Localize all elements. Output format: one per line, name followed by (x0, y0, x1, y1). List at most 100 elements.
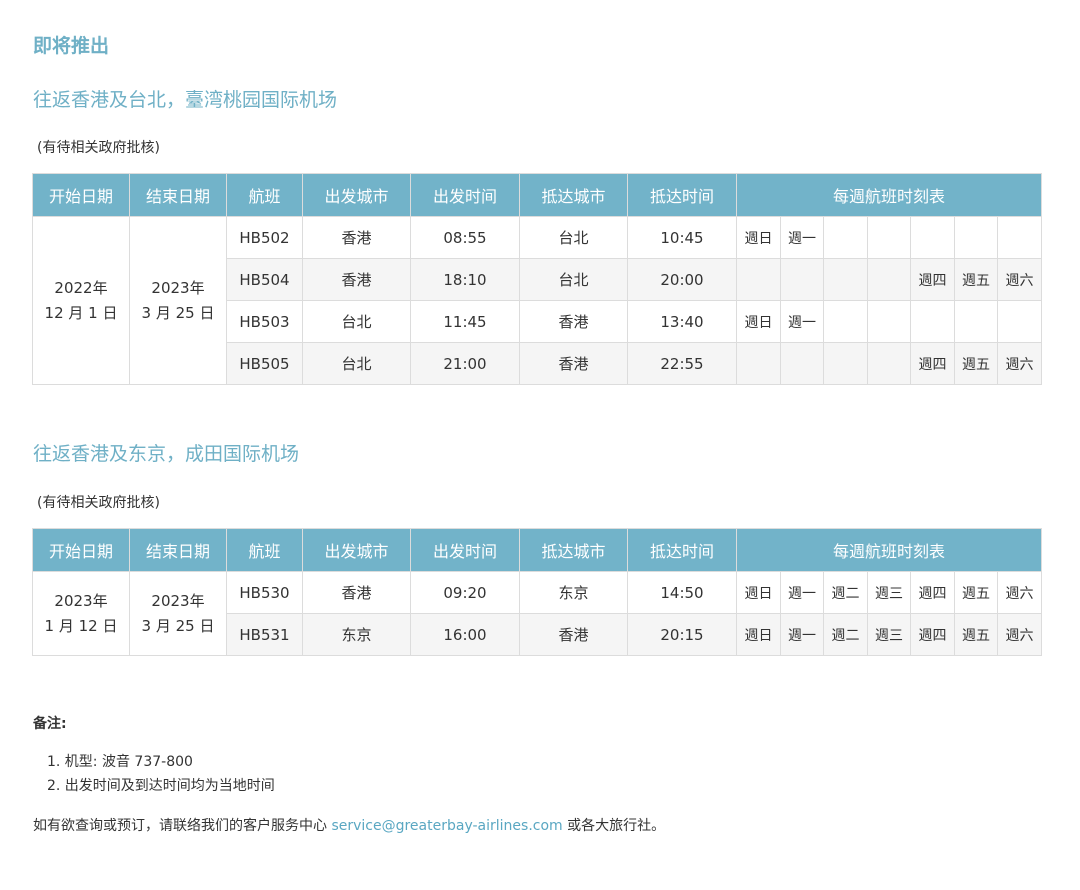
header-weekly-schedule: 每週航班时刻表 (735, 528, 1043, 572)
day-fri: 週五 (954, 258, 998, 301)
end-date-day: 3 月 25 日 (141, 303, 215, 322)
header-start-date: 开始日期 (32, 173, 130, 217)
table-row: 2022年 12 月 1 日 2023年 3 月 25 日 HB502 香港 0… (32, 216, 1043, 385)
flight-number: HB502 (226, 216, 303, 259)
notes-title: 备注: (33, 716, 67, 732)
notes-list: 1. 机型: 波音 737-800 2. 出发时间及到达时间均为当地时间 (47, 750, 275, 798)
arrival-time: 10:45 (627, 216, 737, 259)
departure-time: 16:00 (410, 613, 520, 656)
coming-soon-heading: 即将推出 (33, 35, 110, 57)
day-fri (954, 216, 998, 259)
day-wed: 週三 (867, 613, 911, 656)
day-tue (823, 342, 868, 385)
day-thu (910, 216, 955, 259)
email-link[interactable]: service@greaterbay-airlines.com (331, 818, 562, 834)
day-wed (867, 216, 911, 259)
approval-note-tokyo: (有待相关政府批核) (37, 495, 160, 511)
day-mon: 週一 (780, 613, 824, 656)
day-sat: 週六 (996, 258, 1043, 301)
schedule-table-taipei: 开始日期 结束日期 航班 出发城市 出发时间 抵达城市 抵达时间 每週航班时刻表… (32, 173, 1043, 385)
contact-prefix: 如有欲查询或预订，请联络我们的客户服务中心 (33, 818, 332, 834)
flight-number: HB504 (226, 258, 303, 301)
day-wed (867, 342, 911, 385)
day-fri: 週五 (954, 613, 998, 656)
header-weekly-schedule: 每週航班时刻表 (735, 173, 1043, 217)
list-item: 1. 机型: 波音 737-800 (47, 754, 193, 770)
departure-time: 18:10 (410, 258, 520, 301)
day-sat (996, 300, 1043, 343)
day-sat (996, 216, 1043, 259)
section-title-taipei: 往返香港及台北，臺湾桃园国际机场 (33, 89, 338, 111)
departure-city: 香港 (302, 216, 411, 259)
day-sat: 週六 (996, 571, 1043, 614)
end-date-day: 3 月 25 日 (141, 616, 215, 635)
day-tue (823, 258, 868, 301)
arrival-city: 台北 (519, 216, 628, 259)
table-row: 2023年 1 月 12 日 2023年 3 月 25 日 HB530 香港 0… (32, 571, 1043, 656)
arrival-time: 22:55 (627, 342, 737, 385)
start-date-day: 12 月 1 日 (44, 303, 118, 322)
arrival-city: 香港 (519, 613, 628, 656)
table-header-row: 开始日期 结束日期 航班 出发城市 出发时间 抵达城市 抵达时间 每週航班时刻表 (32, 173, 1043, 217)
day-sun (736, 342, 781, 385)
header-departure-city: 出发城市 (302, 528, 411, 572)
header-departure-time: 出发时间 (410, 173, 520, 217)
arrival-time: 13:40 (627, 300, 737, 343)
departure-time: 08:55 (410, 216, 520, 259)
start-date-year: 2022年 (54, 278, 108, 297)
arrival-city: 台北 (519, 258, 628, 301)
page: 即将推出 往返香港及台北，臺湾桃园国际机场 (有待相关政府批核) 开始日期 结束… (0, 0, 1080, 890)
arrival-time: 20:15 (627, 613, 737, 656)
approval-note-taipei: (有待相关政府批核) (37, 140, 160, 156)
arrival-city: 香港 (519, 342, 628, 385)
contact-suffix: 或各大旅行社。 (562, 818, 666, 834)
flight-number: HB503 (226, 300, 303, 343)
day-sun: 週日 (736, 216, 781, 259)
flight-number: HB530 (226, 571, 303, 614)
header-flight: 航班 (226, 528, 303, 572)
header-end-date: 结束日期 (129, 173, 227, 217)
departure-city: 台北 (302, 300, 411, 343)
day-sun: 週日 (736, 300, 781, 343)
day-fri: 週五 (954, 342, 998, 385)
day-mon (780, 258, 824, 301)
day-mon: 週一 (780, 300, 824, 343)
header-departure-city: 出发城市 (302, 173, 411, 217)
day-mon: 週一 (780, 216, 824, 259)
day-fri (954, 300, 998, 343)
header-flight: 航班 (226, 173, 303, 217)
day-fri: 週五 (954, 571, 998, 614)
header-arrival-time: 抵达时间 (627, 528, 737, 572)
departure-time: 21:00 (410, 342, 520, 385)
flight-number: HB531 (226, 613, 303, 656)
day-tue: 週二 (823, 613, 868, 656)
table-header-row: 开始日期 结束日期 航班 出发城市 出发时间 抵达城市 抵达时间 每週航班时刻表 (32, 528, 1043, 572)
departure-time: 11:45 (410, 300, 520, 343)
day-thu: 週四 (910, 571, 955, 614)
day-thu: 週四 (910, 258, 955, 301)
departure-city: 台北 (302, 342, 411, 385)
arrival-city: 香港 (519, 300, 628, 343)
day-mon (780, 342, 824, 385)
departure-city: 香港 (302, 571, 411, 614)
departure-city: 东京 (302, 613, 411, 656)
start-date-cell: 2022年 12 月 1 日 (32, 216, 130, 385)
header-start-date: 开始日期 (32, 528, 130, 572)
day-wed (867, 258, 911, 301)
end-date-year: 2023年 (151, 591, 205, 610)
day-mon: 週一 (780, 571, 824, 614)
contact-line: 如有欲查询或预订，请联络我们的客户服务中心 service@greaterbay… (33, 815, 665, 835)
day-sun: 週日 (736, 613, 781, 656)
end-date-cell: 2023年 3 月 25 日 (129, 216, 227, 385)
day-wed: 週三 (867, 571, 911, 614)
day-sun (736, 258, 781, 301)
schedule-table-tokyo: 开始日期 结束日期 航班 出发城市 出发时间 抵达城市 抵达时间 每週航班时刻表… (32, 528, 1043, 656)
end-date-cell: 2023年 3 月 25 日 (129, 571, 227, 656)
day-tue: 週二 (823, 571, 868, 614)
arrival-city: 东京 (519, 571, 628, 614)
start-date-cell: 2023年 1 月 12 日 (32, 571, 130, 656)
flight-number: HB505 (226, 342, 303, 385)
departure-city: 香港 (302, 258, 411, 301)
end-date-year: 2023年 (151, 278, 205, 297)
day-sat: 週六 (996, 342, 1043, 385)
